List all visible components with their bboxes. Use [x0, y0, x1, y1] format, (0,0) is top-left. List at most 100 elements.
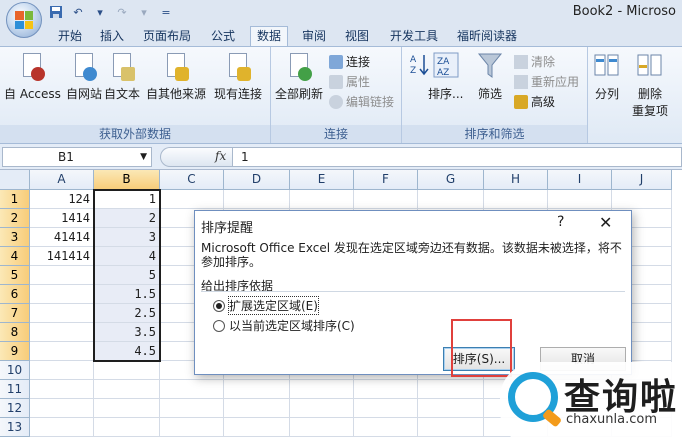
cell-E12[interactable]: [290, 399, 354, 418]
cell-B9[interactable]: 4.5: [94, 342, 160, 361]
column-header-F[interactable]: F: [354, 170, 418, 190]
cell-G1[interactable]: [418, 190, 484, 209]
text-to-columns-button[interactable]: 分列: [594, 51, 620, 102]
tab-formulas[interactable]: 公式: [211, 27, 235, 46]
insert-function-button[interactable]: fx: [215, 149, 226, 163]
row-header-1[interactable]: 1: [0, 190, 30, 209]
cell-B10[interactable]: [94, 361, 160, 380]
clear-filter-button[interactable]: 清除: [514, 53, 555, 70]
undo-dropdown-icon[interactable]: ▾: [92, 4, 108, 20]
cell-E1[interactable]: [290, 190, 354, 209]
column-header-C[interactable]: C: [160, 170, 224, 190]
cell-A1[interactable]: 124: [30, 190, 94, 209]
formula-input[interactable]: 1: [232, 147, 682, 167]
sort-button[interactable]: ZA AZ 排序...: [428, 51, 463, 102]
cell-D13[interactable]: [224, 418, 290, 437]
cell-D1[interactable]: [224, 190, 290, 209]
redo-dropdown-icon[interactable]: ▾: [136, 4, 152, 20]
cell-C1[interactable]: [160, 190, 224, 209]
from-web-button[interactable]: 自网站: [66, 51, 102, 102]
filter-button[interactable]: 筛选: [477, 51, 503, 102]
edit-links-button[interactable]: 编辑链接: [329, 93, 394, 110]
row-header-3[interactable]: 3: [0, 228, 30, 247]
cell-B7[interactable]: 2.5: [94, 304, 160, 323]
radio-button[interactable]: [213, 319, 225, 332]
tab-foxit-reader[interactable]: 福昕阅读器: [457, 27, 517, 46]
cell-B3[interactable]: 3: [94, 228, 160, 247]
cell-F11[interactable]: [354, 380, 418, 399]
name-box[interactable]: B1 ▼: [2, 147, 152, 167]
tab-home[interactable]: 开始: [58, 27, 82, 46]
cell-B11[interactable]: [94, 380, 160, 399]
office-button[interactable]: [6, 2, 42, 38]
column-header-E[interactable]: E: [290, 170, 354, 190]
cell-B5[interactable]: 5: [94, 266, 160, 285]
reapply-button[interactable]: 重新应用: [514, 73, 579, 90]
close-icon[interactable]: ✕: [599, 213, 612, 232]
row-header-6[interactable]: 6: [0, 285, 30, 304]
cell-A4[interactable]: 141414: [30, 247, 94, 266]
connections-button[interactable]: 连接: [329, 53, 370, 70]
tab-page-layout[interactable]: 页面布局: [143, 27, 191, 46]
cell-F12[interactable]: [354, 399, 418, 418]
cell-D12[interactable]: [224, 399, 290, 418]
column-header-A[interactable]: A: [30, 170, 94, 190]
name-box-dropdown-icon[interactable]: ▼: [140, 148, 147, 166]
column-header-B[interactable]: B: [94, 170, 160, 190]
row-header-4[interactable]: 4: [0, 247, 30, 266]
cell-E11[interactable]: [290, 380, 354, 399]
column-header-G[interactable]: G: [418, 170, 484, 190]
cell-E13[interactable]: [290, 418, 354, 437]
help-icon[interactable]: ?: [557, 214, 564, 230]
tab-view[interactable]: 视图: [345, 27, 369, 46]
cell-C11[interactable]: [160, 380, 224, 399]
column-header-H[interactable]: H: [484, 170, 548, 190]
cell-B6[interactable]: 1.5: [94, 285, 160, 304]
customize-qat-icon[interactable]: =: [158, 4, 174, 20]
cell-A12[interactable]: [30, 399, 94, 418]
radio-current-selection[interactable]: 以当前选定区域排序(C): [213, 317, 355, 334]
row-header-7[interactable]: 7: [0, 304, 30, 323]
cell-C12[interactable]: [160, 399, 224, 418]
cell-B2[interactable]: 2: [94, 209, 160, 228]
cell-F13[interactable]: [354, 418, 418, 437]
properties-button[interactable]: 属性: [329, 73, 370, 90]
cell-A7[interactable]: [30, 304, 94, 323]
radio-button-selected[interactable]: [213, 299, 225, 312]
cell-B4[interactable]: 4: [94, 247, 160, 266]
save-icon[interactable]: [48, 4, 64, 20]
row-header-10[interactable]: 10: [0, 361, 30, 380]
cell-A11[interactable]: [30, 380, 94, 399]
advanced-filter-button[interactable]: 高级: [514, 93, 555, 110]
cell-G12[interactable]: [418, 399, 484, 418]
cell-F1[interactable]: [354, 190, 418, 209]
cell-H1[interactable]: [484, 190, 548, 209]
from-text-button[interactable]: 自文本: [104, 51, 140, 102]
cell-A8[interactable]: [30, 323, 94, 342]
row-header-12[interactable]: 12: [0, 399, 30, 418]
cell-A2[interactable]: 1414: [30, 209, 94, 228]
tab-review[interactable]: 审阅: [302, 27, 326, 46]
cell-B13[interactable]: [94, 418, 160, 437]
cell-C13[interactable]: [160, 418, 224, 437]
cell-A3[interactable]: 41414: [30, 228, 94, 247]
column-header-I[interactable]: I: [548, 170, 612, 190]
cell-A13[interactable]: [30, 418, 94, 437]
row-header-13[interactable]: 13: [0, 418, 30, 437]
existing-connections-button[interactable]: 现有连接: [214, 51, 262, 102]
radio-expand-selection[interactable]: 扩展选定区域(E): [213, 296, 319, 315]
cell-B12[interactable]: [94, 399, 160, 418]
cell-J1[interactable]: [612, 190, 672, 209]
cell-A9[interactable]: [30, 342, 94, 361]
cell-I1[interactable]: [548, 190, 612, 209]
from-other-sources-button[interactable]: 自其他来源: [146, 51, 206, 102]
refresh-all-button[interactable]: 全部刷新: [275, 51, 323, 102]
column-header-J[interactable]: J: [612, 170, 672, 190]
cell-G13[interactable]: [418, 418, 484, 437]
cell-G11[interactable]: [418, 380, 484, 399]
cell-D11[interactable]: [224, 380, 290, 399]
select-all-corner[interactable]: [0, 170, 30, 190]
row-header-8[interactable]: 8: [0, 323, 30, 342]
tab-insert[interactable]: 插入: [100, 27, 124, 46]
cell-A5[interactable]: [30, 266, 94, 285]
